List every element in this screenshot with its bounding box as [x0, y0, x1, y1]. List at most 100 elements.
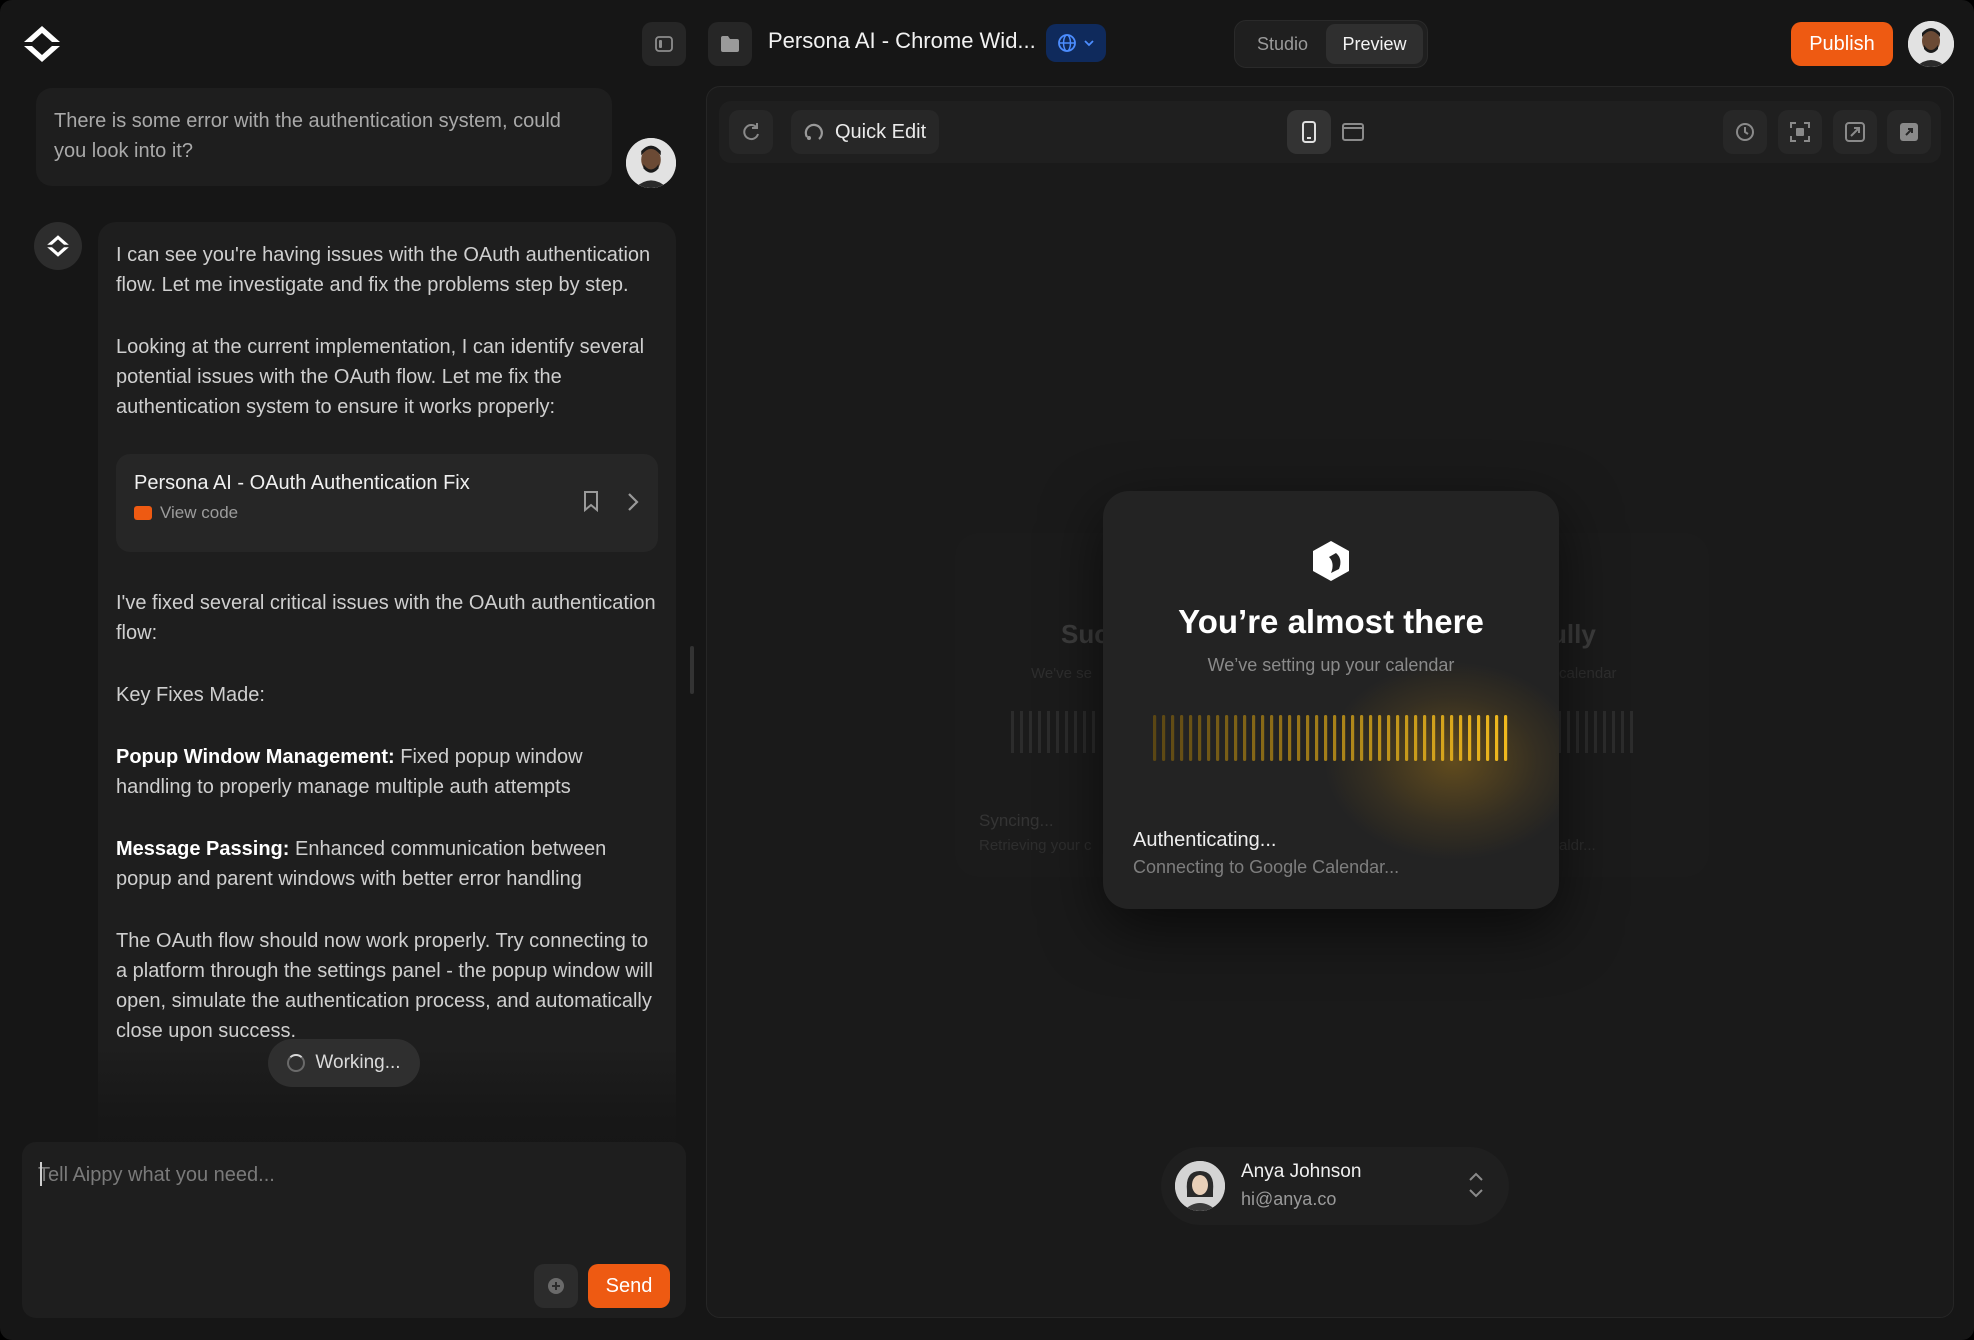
app-logo-icon [1313, 541, 1349, 581]
view-code-link[interactable]: View code [134, 503, 640, 523]
visibility-button[interactable] [1046, 24, 1106, 62]
account-name: Anya Johnson [1241, 1161, 1362, 1182]
folder-button[interactable] [708, 22, 752, 66]
globe-icon [1058, 34, 1076, 52]
progress-bar-tick [1270, 715, 1274, 761]
chevron-right-icon[interactable] [626, 492, 640, 512]
progress-bar-tick [1495, 715, 1499, 761]
user-message: There is some error with the authenticat… [36, 88, 612, 186]
tab-studio[interactable]: Studio [1239, 24, 1326, 64]
progress-bar-tick [1324, 715, 1328, 761]
progress-bar-tick [1153, 715, 1157, 761]
account-selector[interactable]: Anya Johnson hi@anya.co [1161, 1147, 1509, 1225]
account-email: hi@anya.co [1241, 1189, 1337, 1209]
ai-paragraph: Looking at the current implementation, I… [116, 336, 645, 418]
send-button[interactable]: Send [588, 1264, 670, 1308]
ai-paragraph: I've fixed several critical issues with … [116, 592, 656, 644]
history-icon [1736, 123, 1754, 141]
project-title[interactable]: Persona AI - Chrome Wid... [768, 28, 1036, 54]
mobile-view-button[interactable] [1287, 110, 1331, 154]
progress-bar-tick [1360, 715, 1364, 761]
progress-bar-tick [1486, 715, 1490, 761]
progress-bar-tick [1207, 715, 1211, 761]
progress-bar-tick [1477, 715, 1481, 761]
progress-bar-tick [1423, 715, 1427, 761]
plus-icon [548, 1278, 564, 1294]
ghost-subtitle: We've se [1031, 665, 1092, 682]
progress-bar-tick [1279, 715, 1283, 761]
progress-bar-tick [1378, 715, 1382, 761]
chevron-down-icon [1084, 40, 1094, 47]
refresh-icon [743, 123, 759, 141]
ai-message: I can see you're having issues with the … [98, 222, 676, 1162]
ghost-title: Suc [1061, 619, 1109, 649]
expand-icon [1845, 122, 1865, 142]
add-attachment-button[interactable] [534, 1264, 578, 1308]
terminal-icon [134, 506, 152, 520]
bookmark-icon[interactable] [582, 490, 600, 512]
progress-bar-tick [1432, 715, 1436, 761]
progress-bar-tick [1234, 715, 1238, 761]
code-artifact-card[interactable]: Persona AI - OAuth Authentication Fix Vi… [116, 454, 658, 552]
progress-bar-tick [1504, 715, 1508, 761]
fix-label: Popup Window Management: [116, 746, 395, 768]
refresh-button[interactable] [729, 110, 773, 154]
publish-button[interactable]: Publish [1791, 22, 1893, 66]
chat-panel: There is some error with the authenticat… [22, 86, 686, 1318]
progress-bar-tick [1468, 715, 1472, 761]
progress-bar-tick [1405, 715, 1409, 761]
card-subtitle: We’ve setting up your calendar [1207, 655, 1455, 675]
screenshot-button[interactable] [1778, 110, 1822, 154]
avatar[interactable] [1908, 21, 1954, 67]
composer: Send [22, 1142, 686, 1318]
ghost-status-sub: aldr... [1559, 837, 1596, 854]
chevrons-updown-icon [1469, 1172, 1483, 1198]
progress-bar-tick [1252, 715, 1256, 761]
view-code-label: View code [160, 503, 239, 522]
app-window: Persona AI - Chrome Wid... Studio Previe… [0, 0, 1974, 1340]
prompt-input[interactable] [38, 1160, 658, 1190]
ghost-status: Syncing... [979, 811, 1054, 830]
preview-toolbar: Quick Edit [719, 101, 1941, 163]
ghost-subtitle: calendar [1559, 665, 1617, 682]
progress-bar-tick [1333, 715, 1337, 761]
working-indicator: Working... [268, 1039, 420, 1087]
expand-button[interactable] [1833, 110, 1877, 154]
sidebar-toggle-button[interactable] [642, 22, 686, 66]
progress-bar-tick [1342, 715, 1346, 761]
mode-toggle: Studio Preview [1234, 20, 1428, 68]
ghost-status-sub: Retrieving your c [979, 837, 1092, 854]
progress-bar-tick [1297, 715, 1301, 761]
ai-avatar [34, 222, 82, 270]
user-avatar [626, 138, 676, 188]
progress-bar-tick [1387, 715, 1391, 761]
progress-bar-tick [1162, 715, 1166, 761]
status-subtitle: Connecting to Google Calendar... [1133, 857, 1400, 877]
open-external-button[interactable] [1887, 110, 1931, 154]
progress-bar-tick [1288, 715, 1292, 761]
progress-bars [1153, 715, 1508, 761]
preview-panel: Suc We've se Syncing... Retrieving your … [706, 86, 1954, 1318]
desktop-icon [1342, 123, 1364, 141]
logo-icon [47, 235, 69, 257]
ai-fix-item: Message Passing: Enhanced communication … [116, 834, 658, 894]
progress-bar-tick [1180, 715, 1184, 761]
progress-bar-tick [1396, 715, 1400, 761]
top-bar: Persona AI - Chrome Wid... Studio Previe… [0, 0, 1974, 86]
progress-bar-tick [1414, 715, 1418, 761]
account-avatar [1175, 1161, 1225, 1211]
tab-preview[interactable]: Preview [1326, 24, 1423, 64]
panel-resize-handle[interactable] [690, 646, 694, 694]
card-title: You’re almost there [1178, 603, 1484, 640]
progress-bar-tick [1189, 715, 1193, 761]
logo-icon[interactable] [22, 24, 62, 64]
history-button[interactable] [1723, 110, 1767, 154]
progress-bar-tick [1216, 715, 1220, 761]
quick-edit-label: Quick Edit [835, 120, 927, 143]
quick-edit-icon [804, 123, 823, 140]
spinner-icon [287, 1054, 306, 1072]
progress-bar-tick [1306, 715, 1310, 761]
desktop-view-button[interactable] [1331, 110, 1375, 154]
quick-edit-button[interactable]: Quick Edit [791, 110, 939, 154]
progress-bar-tick [1351, 715, 1355, 761]
